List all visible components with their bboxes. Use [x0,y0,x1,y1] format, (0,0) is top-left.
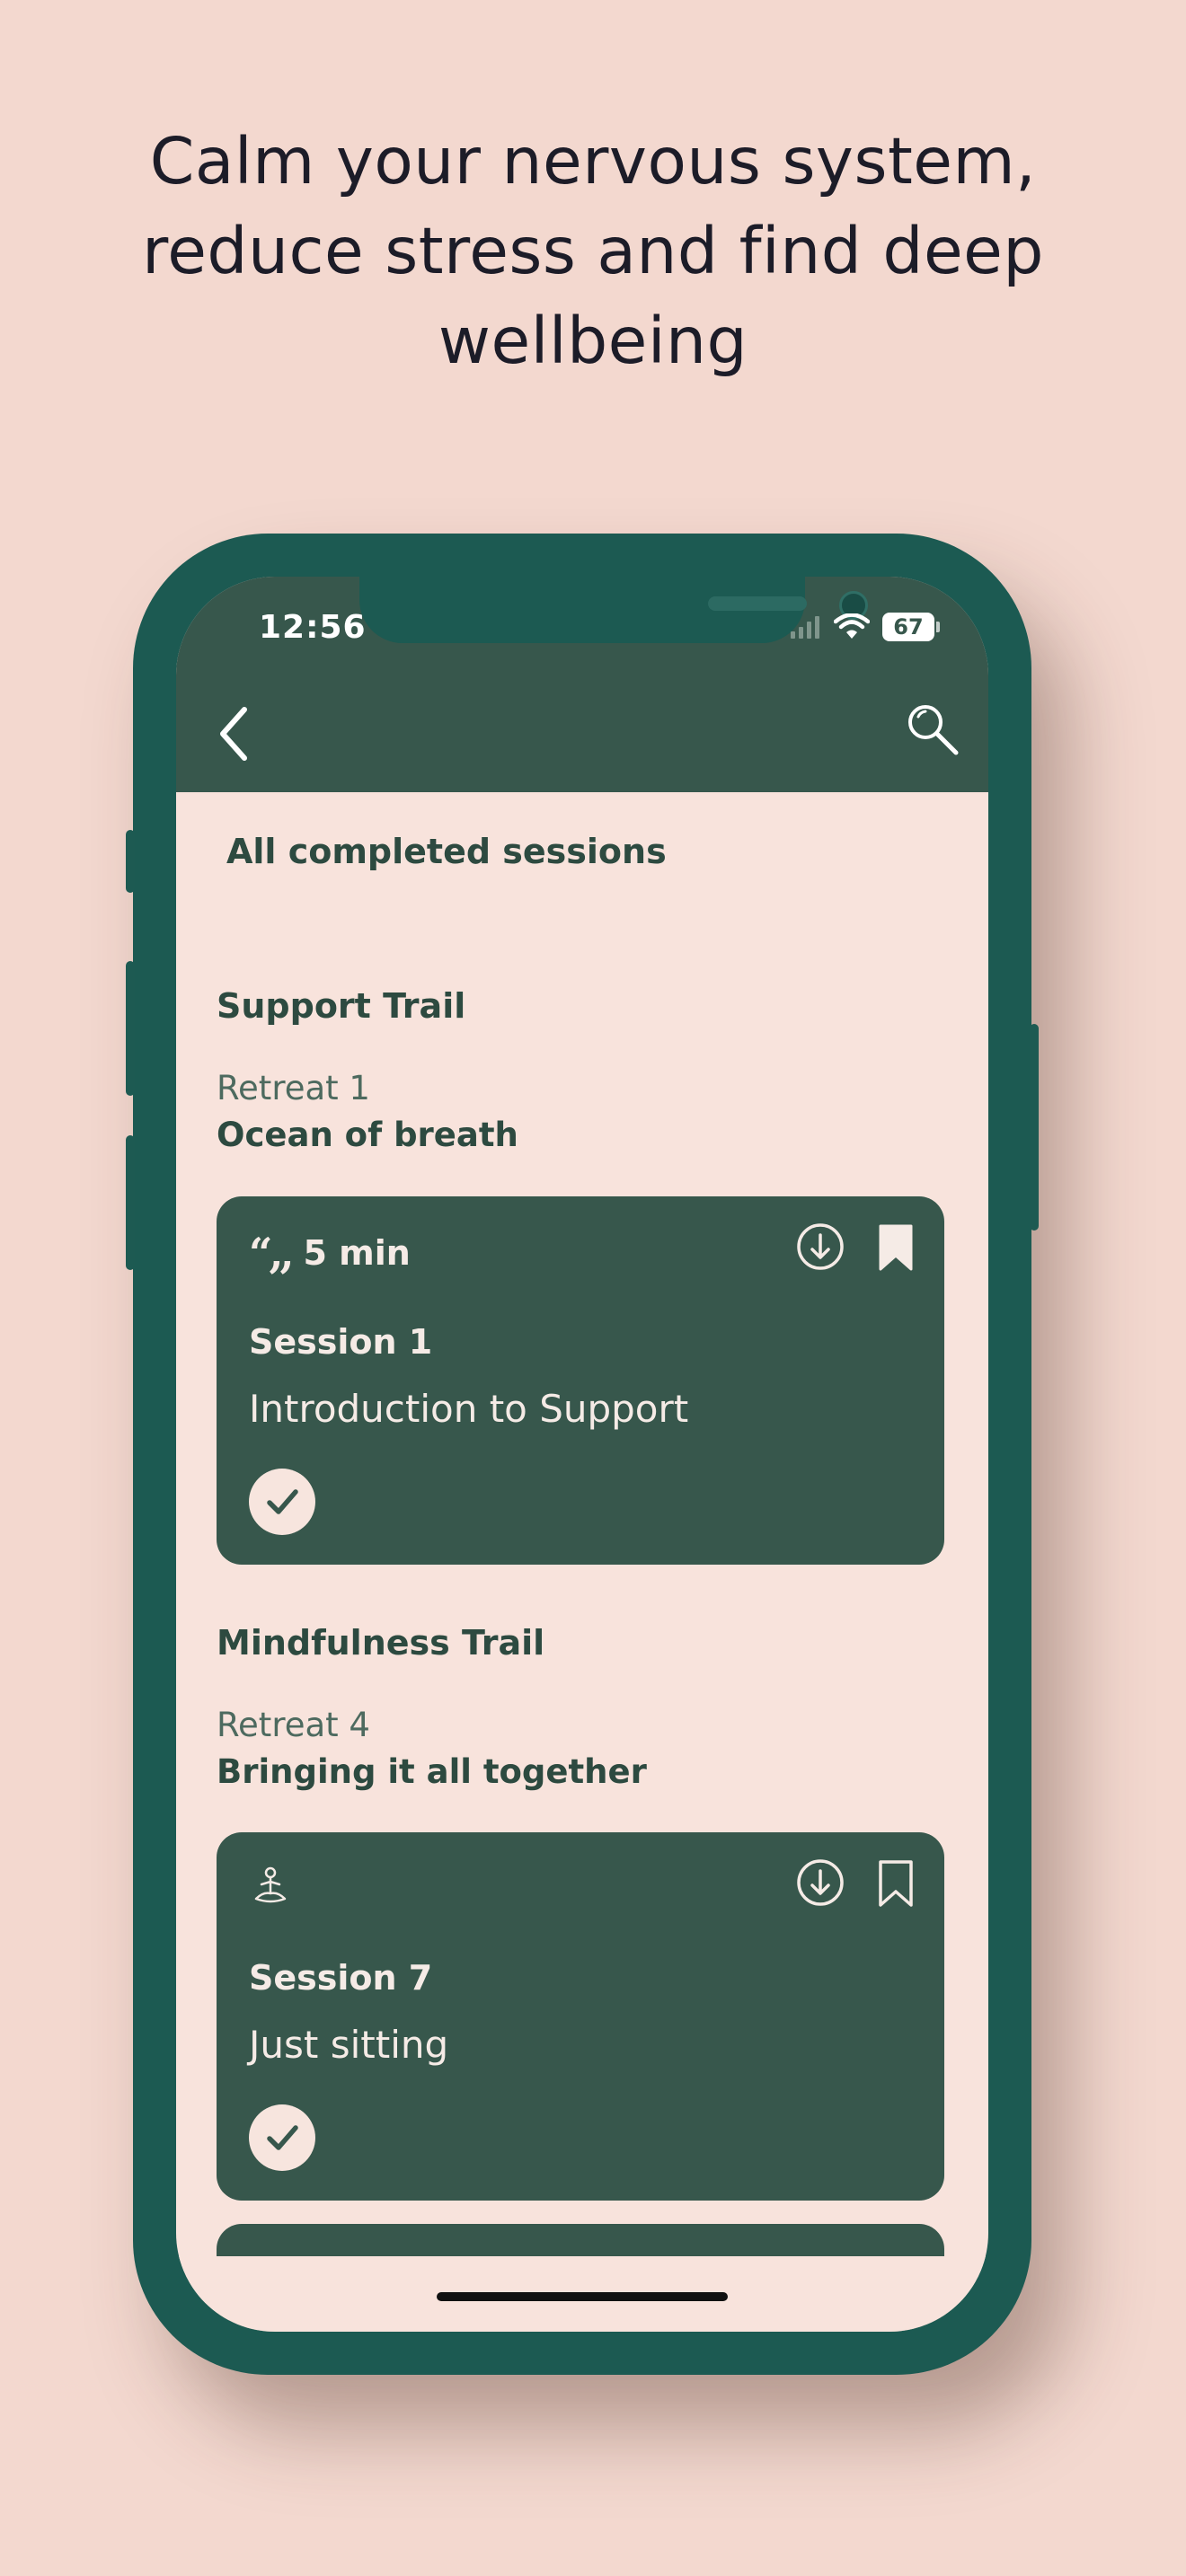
headline-line-3: wellbeing [438,304,748,378]
retreat-title: Ocean of breath [217,1116,518,1154]
session-card[interactable]: Session 7 Just sitting [217,1832,944,2201]
wifi-icon [834,613,870,639]
session-title: Just sitting [249,2023,449,2067]
mute-switch [126,830,135,893]
session-number: Session 1 [249,1322,433,1362]
retreat-label: Retreat 4 [217,1706,370,1744]
session-meta [249,1865,305,1908]
trail-title: Support Trail [217,986,466,1026]
completed-check-icon [249,2104,315,2171]
session-duration: 5 min [303,1233,411,1273]
speaker-grille [708,596,807,611]
retreat-title: Bringing it all together [217,1752,647,1791]
page-title: All completed sessions [226,832,667,871]
meditation-icon [254,1866,287,1903]
back-button[interactable] [212,702,257,765]
download-icon[interactable] [795,1857,845,1908]
power-button [1030,1024,1039,1231]
battery-indicator: 67 [882,613,940,641]
volume-down-button [126,1135,135,1270]
notch [359,577,868,643]
retreat-label: Retreat 1 [217,1069,370,1107]
download-icon[interactable] [795,1222,845,1272]
session-number: Session 7 [249,1958,433,1998]
app-header: 12:56 67 [176,577,988,792]
marketing-headline: Calm your nervous system, reduce stress … [99,117,1087,386]
quote-icon: “,, [249,1229,294,1277]
headline-line-1: Calm your nervous system, [149,124,1037,198]
status-time: 12:56 [259,609,367,646]
headline-line-2: reduce stress and find deep [142,214,1044,288]
session-card[interactable]: “,, 5 min Session 1 Introduction to Supp… [217,1196,944,1565]
phone-screen: 12:56 67 All completed sessions Support … [176,577,988,2332]
signal-icon [791,616,819,639]
session-title: Introduction to Support [249,1387,689,1431]
bookmark-filled-icon[interactable] [878,1223,914,1272]
session-meta: “,, 5 min [249,1229,411,1277]
home-indicator[interactable] [437,2292,728,2301]
trail-title: Mindfulness Trail [217,1623,545,1663]
volume-up-button [126,961,135,1096]
phone-mockup: 12:56 67 All completed sessions Support … [126,534,1039,2375]
completed-check-icon [249,1469,315,1535]
search-button[interactable] [904,701,961,758]
bookmark-outline-icon[interactable] [878,1859,914,1908]
status-icons: 67 [789,613,940,641]
